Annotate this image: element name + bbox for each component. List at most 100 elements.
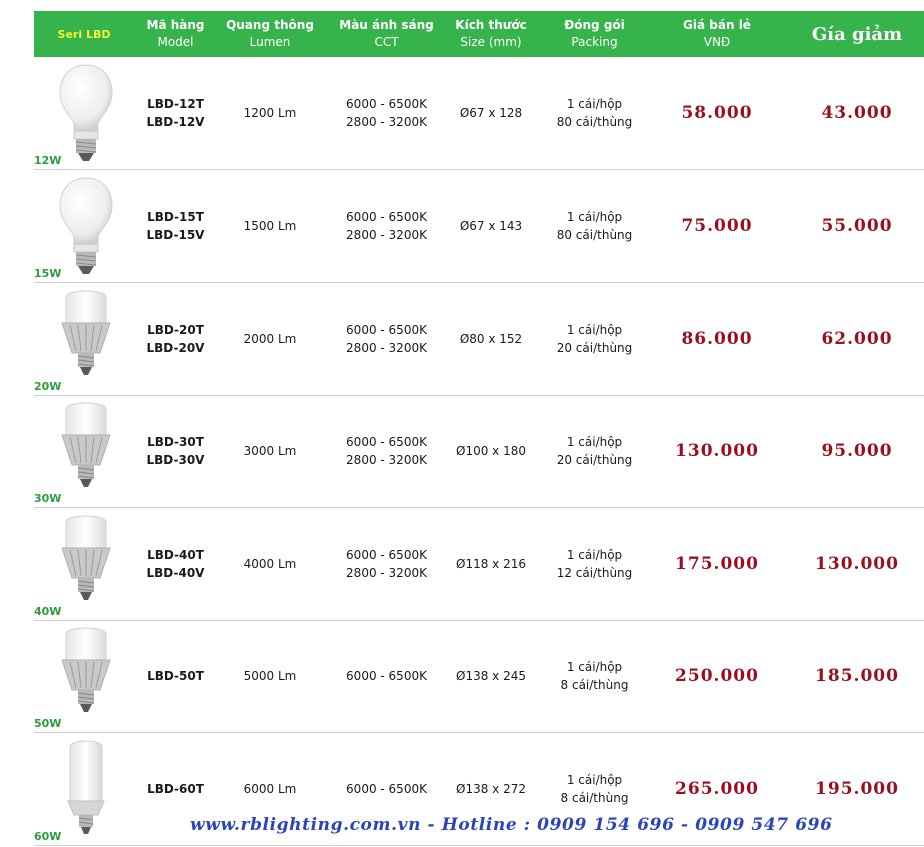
- cct-cell: 6000 - 6500K 2800 - 3200K: [323, 283, 450, 395]
- cct-value: 2800 - 3200K: [346, 453, 427, 467]
- cct-cell: 6000 - 6500K 2800 - 3200K: [323, 57, 450, 169]
- cct-value: 6000 - 6500K: [346, 210, 427, 224]
- round-bulb-icon: [56, 174, 116, 280]
- cct-value: 2800 - 3200K: [346, 228, 427, 242]
- model-code: LBD-15V: [146, 228, 205, 242]
- table-row: 40W LBD-40T LBD-40V 4000 Lm 6000 - 6500K 2800…: [34, 508, 924, 621]
- model-cell: LBD-15T LBD-15V: [134, 170, 217, 282]
- price-list-page: Seri LBD Mã hàng Model Quang thông Lumen M…: [0, 0, 924, 847]
- packing-cell: 1 cái/hộp 20 cái/thùng: [532, 283, 657, 395]
- header-lumen: Quang thông Lumen: [226, 18, 314, 49]
- table-row: 12W LBD-12T LBD-12V 1200 Lm 6000 - 6500K 2800…: [34, 57, 924, 170]
- cct-cell: 6000 - 6500K: [323, 620, 450, 732]
- model-code: LBD-40V: [146, 566, 205, 580]
- cct-cell: 6000 - 6500K 2800 - 3200K: [323, 395, 450, 507]
- cct-value: 6000 - 6500K: [346, 435, 427, 449]
- wattage-label: 30W: [34, 492, 62, 505]
- lumen-value: 3000 Lm: [243, 444, 297, 458]
- lumen-cell: 5000 Lm: [217, 620, 323, 732]
- footer-contact: www.rblighting.com.vn - Hotline : 0909 1…: [190, 815, 833, 835]
- packing-value: 1 cái/hộp: [566, 548, 623, 562]
- lumen-value: 1200 Lm: [243, 106, 297, 120]
- packing-value: 1 cái/hộp: [566, 435, 623, 449]
- size-value: Ø118 x 216: [456, 557, 526, 571]
- wattage-label: 60W: [34, 830, 62, 843]
- size-cell: Ø67 x 128: [450, 57, 532, 169]
- cct-value: 6000 - 6500K: [346, 669, 427, 683]
- table-row: 50W LBD-50T 5000 Lm 6000 - 6500K Ø138 x 245 1…: [34, 620, 924, 733]
- header-retail-price: Giá bán lẻ VNĐ: [683, 18, 751, 49]
- packing-value: 8 cái/thùng: [560, 791, 629, 805]
- cct-value: 2800 - 3200K: [346, 115, 427, 129]
- model-cell: LBD-12T LBD-12V: [134, 57, 217, 169]
- packing-cell: 1 cái/hộp 20 cái/thùng: [532, 395, 657, 507]
- cct-value: 2800 - 3200K: [346, 566, 427, 580]
- size-value: Ø67 x 128: [459, 106, 523, 120]
- packing-cell: 1 cái/hộp 80 cái/thùng: [532, 57, 657, 169]
- model-code: LBD-40T: [147, 548, 204, 562]
- wattage-label: 12W: [34, 154, 62, 167]
- header-seri: Seri LBD: [57, 27, 111, 41]
- retail-price: 175.000: [675, 554, 759, 574]
- lumen-value: 1500 Lm: [243, 219, 297, 233]
- size-value: Ø100 x 180: [456, 444, 526, 458]
- packing-value: 1 cái/hộp: [566, 323, 623, 337]
- retail-price: 75.000: [681, 216, 753, 236]
- model-code: LBD-20T: [147, 323, 204, 337]
- cylinder-bulb-icon: [56, 737, 116, 843]
- packing-value: 80 cái/thùng: [556, 228, 633, 242]
- lumen-value: 6000 Lm: [243, 782, 297, 796]
- model-cell: LBD-30T LBD-30V: [134, 395, 217, 507]
- lumen-cell: 2000 Lm: [217, 283, 323, 395]
- header-cct: Màu ánh sáng CCT: [339, 18, 434, 49]
- size-value: Ø67 x 143: [459, 219, 523, 233]
- packing-value: 20 cái/thùng: [556, 453, 633, 467]
- finned-bulb-icon: [56, 512, 116, 618]
- discount-price: 43.000: [821, 103, 893, 123]
- table-row: 20W LBD-20T LBD-20V 2000 Lm 6000 - 6500K 2800…: [34, 283, 924, 396]
- model-code: LBD-30V: [146, 453, 205, 467]
- size-cell: Ø80 x 152: [450, 283, 532, 395]
- lumen-cell: 3000 Lm: [217, 395, 323, 507]
- model-cell: LBD-20T LBD-20V: [134, 283, 217, 395]
- cct-cell: 6000 - 6500K 2800 - 3200K: [323, 170, 450, 282]
- model-code: LBD-12T: [147, 97, 204, 111]
- header-model: Mã hàng Model: [146, 18, 205, 49]
- model-code: LBD-50T: [147, 669, 204, 683]
- packing-value: 1 cái/hộp: [566, 97, 623, 111]
- size-cell: Ø138 x 245: [450, 620, 532, 732]
- size-cell: Ø118 x 216: [450, 508, 532, 620]
- size-value: Ø80 x 152: [459, 332, 523, 346]
- round-bulb-icon: [56, 61, 116, 167]
- lumen-value: 5000 Lm: [243, 669, 297, 683]
- retail-price: 130.000: [675, 441, 759, 461]
- cct-value: 6000 - 6500K: [346, 548, 427, 562]
- table-row: 30W LBD-30T LBD-30V 3000 Lm 6000 - 6500K 2800…: [34, 395, 924, 508]
- model-cell: LBD-40T LBD-40V: [134, 508, 217, 620]
- lumen-cell: 4000 Lm: [217, 508, 323, 620]
- size-value: Ø138 x 272: [456, 782, 526, 796]
- finned-bulb-icon: [56, 399, 116, 505]
- discount-price: 55.000: [821, 216, 893, 236]
- wattage-label: 40W: [34, 605, 62, 618]
- model-cell: LBD-50T: [134, 620, 217, 732]
- packing-value: 12 cái/thùng: [556, 566, 633, 580]
- model-code: LBD-20V: [146, 341, 205, 355]
- packing-cell: 1 cái/hộp 80 cái/thùng: [532, 170, 657, 282]
- discount-price: 62.000: [821, 329, 893, 349]
- header-packing: Đóng gói Packing: [564, 18, 625, 49]
- size-cell: Ø67 x 143: [450, 170, 532, 282]
- packing-value: 20 cái/thùng: [556, 341, 633, 355]
- table-header: Seri LBD Mã hàng Model Quang thông Lumen M…: [34, 11, 924, 57]
- retail-price: 86.000: [681, 329, 753, 349]
- lumen-value: 4000 Lm: [243, 557, 297, 571]
- header-size: Kích thước Size (mm): [455, 18, 527, 49]
- discount-price: 95.000: [821, 441, 893, 461]
- cct-value: 6000 - 6500K: [346, 97, 427, 111]
- lumen-cell: 1200 Lm: [217, 57, 323, 169]
- retail-price: 250.000: [675, 666, 759, 686]
- packing-cell: 1 cái/hộp 8 cái/thùng: [532, 620, 657, 732]
- packing-value: 80 cái/thùng: [556, 115, 633, 129]
- discount-price: 185.000: [815, 666, 899, 686]
- lumen-cell: 1500 Lm: [217, 170, 323, 282]
